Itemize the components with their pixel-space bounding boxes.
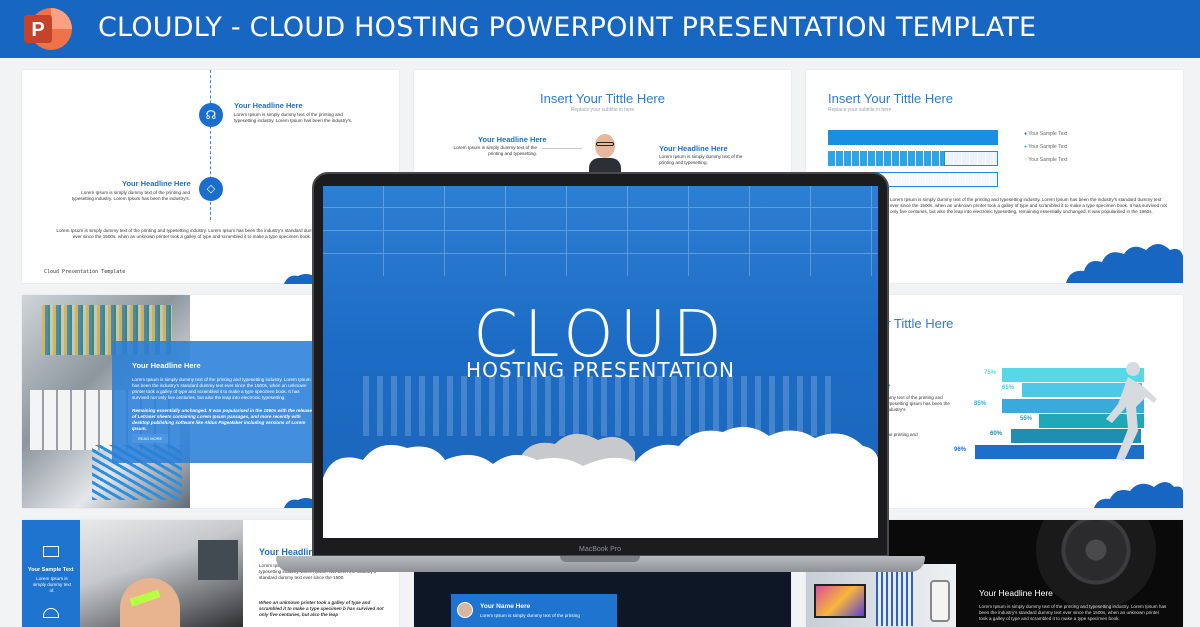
powerpoint-logo-icon: P <box>24 8 72 50</box>
laptop-notch <box>560 556 640 562</box>
macbook-label: MacBook Pro <box>578 546 622 553</box>
progress-body: Lorem Ipsum is simply dummy text of the … <box>890 197 1167 214</box>
legend-item-2: ● Your Sample Text <box>1024 144 1068 150</box>
percentage-label-4: 55% <box>1020 416 1033 422</box>
timeline-footer: Cloud Presentation Template <box>44 269 126 275</box>
banner-title: CLOUDLY - CLOUD HOSTING POWERPOINT PRESE… <box>98 12 1037 43</box>
svg-text:P: P <box>31 19 44 41</box>
monitor-icon <box>43 546 59 557</box>
headset-icon: ☊ <box>199 103 223 127</box>
progress-slide-title: Insert Your Tittle Here <box>828 91 954 106</box>
percentage-label-1: 75% <box>984 370 997 376</box>
timeline-headline-1: Your Headline Here <box>234 101 303 110</box>
progress-bar-1 <box>828 130 998 145</box>
progress-slide-subtitle: Replace your subtitle in here <box>828 107 892 113</box>
progress-bar-2 <box>828 151 998 166</box>
sample-title: Your Sample Text <box>28 567 74 573</box>
person-headline-left: Your Headline Here <box>478 135 547 144</box>
avatar <box>457 602 473 618</box>
header-banner: P CLOUDLY - CLOUD HOSTING POWERPOINT PRE… <box>0 0 1200 58</box>
disk-graphic <box>1036 520 1156 610</box>
bottom-left-body-italic: When an unknown printer took a galley of… <box>259 600 384 617</box>
person-body-left: Lorem Ipsum is simply dummy text of the … <box>453 145 537 156</box>
person-headline-right: Your Headline Here <box>659 144 728 153</box>
bottom-right-headline: Your Headline Here <box>979 588 1053 598</box>
timeline-headline-2: Your Headline Here <box>122 179 191 188</box>
percentage-label-5: 60% <box>990 431 1003 437</box>
name-card <box>451 594 617 627</box>
person-slide-subtitle: Replace your subtitle in here <box>570 107 635 113</box>
person-body-right: Lorem Ipsum is simply dummy text of the … <box>659 154 743 165</box>
people-icon <box>43 608 59 618</box>
server-body-italic: Remaining essentially unchanged. It was … <box>132 408 312 431</box>
runner-slide-title: ur Tittle Here <box>879 316 954 331</box>
laptop-screen: CLOUD HOSTING PRESENTATION <box>323 186 878 538</box>
server-headline: Your Headline Here <box>132 361 201 370</box>
cloud-corner-icon <box>284 498 314 508</box>
runner-body-2: the printing and <box>886 432 918 437</box>
timeline-body-3: Lorem Ipsum is simply dummy text of the … <box>56 228 328 239</box>
cloud-subtitle: HOSTING PRESENTATION <box>466 358 735 382</box>
cloud-bottom-graphic <box>323 426 878 538</box>
diamond-icon: ◇ <box>199 177 223 201</box>
percentage-label-2: 65% <box>1002 385 1015 391</box>
connector-line <box>542 148 582 149</box>
devices-photo <box>806 564 956 627</box>
runner-figure-icon <box>1106 362 1157 461</box>
server-body: Lorem Ipsum is simply dummy text of the … <box>132 377 311 400</box>
name-card-name: Your Name Here <box>480 603 531 610</box>
cloud-corner-icon <box>1066 244 1183 283</box>
woman-photo <box>80 520 243 627</box>
sample-body: Lorem Ipsum is simply dummy text of. <box>32 576 72 593</box>
server-text-panel <box>112 341 342 463</box>
ceiling-grid <box>323 186 878 276</box>
cloud-corner-icon <box>284 274 314 284</box>
name-card-body: Lorem Ipsum is simply dummy text of the … <box>480 613 580 618</box>
percentage-label-3: 85% <box>974 401 987 407</box>
bottom-right-body: Lorem Ipsum is simply dummy text of the … <box>979 604 1167 621</box>
cloud-corner-icon <box>1094 482 1183 508</box>
legend-item-3: ● Your Sample Text <box>1024 157 1068 163</box>
person-slide-title: Insert Your Tittle Here <box>539 91 665 106</box>
runner-body: mmy text of the printing and typesetting… <box>886 395 950 412</box>
timeline-body-1: Lorem Ipsum is simply dummy text of the … <box>234 112 353 123</box>
timeline-body-2: Lorem Ipsum is simply dummy text of the … <box>71 190 190 201</box>
legend-item-1: ● Your Sample Text <box>1024 131 1068 137</box>
read-more-button[interactable]: READ MORE <box>132 434 169 443</box>
percentage-label-6: 96% <box>954 447 967 453</box>
